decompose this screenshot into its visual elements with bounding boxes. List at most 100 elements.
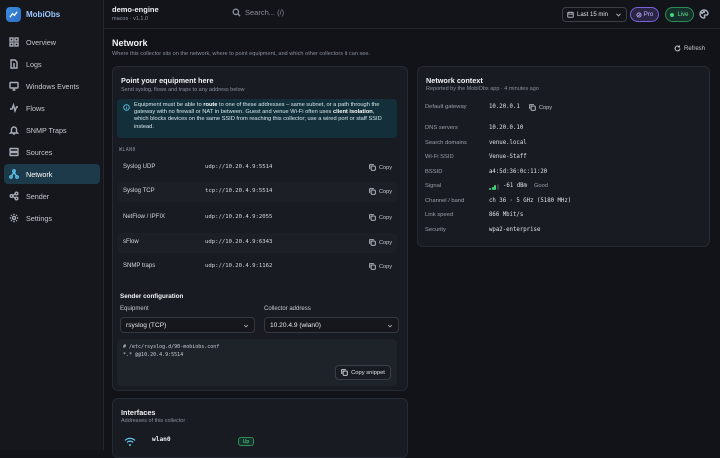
file-icon (10, 59, 18, 69)
copy-icon (369, 188, 376, 195)
gear-icon (9, 213, 19, 223)
sidebar-item-label: Logs (26, 59, 42, 69)
context-row: DNS servers 10.20.0.10 (425, 125, 705, 137)
sidebar-item-network[interactable]: Network (4, 164, 100, 184)
endpoint-row: NetFlow / IPFIX udp://10.20.4.9:2055 Cop… (117, 208, 397, 228)
endpoint-row: SNMP traps udp://10.20.4.9:1162 Copy (117, 257, 397, 277)
sidebar-item-overview[interactable]: Overview (4, 32, 100, 52)
copy-label: Copy (379, 239, 393, 246)
context-value: Venue-Staff (489, 154, 527, 160)
sidebar-item-logs[interactable]: Logs (4, 54, 100, 74)
chevron-down-icon (616, 13, 621, 17)
collector-address-value: 10.20.4.9 (wlan0) (270, 321, 321, 329)
endpoint-row: Syslog TCP tcp://10.20.4.9:5514 Copy (117, 182, 397, 202)
context-value: 10.20.0.1 (489, 104, 520, 110)
context-value: wpa2-enterprise (489, 227, 541, 233)
collector-address-select[interactable]: 10.20.4.9 (wlan0) (264, 317, 399, 333)
copy-icon (369, 214, 376, 221)
sidebar-item-sources[interactable]: Sources (4, 142, 100, 162)
endpoint-label: sFlow (123, 239, 139, 245)
info-icon (123, 104, 130, 111)
sidebar-item-label: Flows (26, 103, 45, 113)
equipment-label: Equipment (120, 306, 149, 312)
copy-button[interactable]: Copy (369, 263, 392, 270)
copy-button[interactable]: Copy (369, 214, 392, 221)
wifi-icon (124, 437, 136, 446)
sidebar-nav: Overview Logs Windows Events Flows SNMP … (4, 32, 100, 230)
copy-icon (369, 239, 376, 246)
signal-value: -61 dBm (503, 183, 527, 189)
equipment-select[interactable]: rsyslog (TCP) (120, 317, 255, 333)
page-title: Network (112, 38, 148, 48)
context-label: Default gateway (425, 104, 467, 110)
context-row: Search domains venue.local (425, 140, 705, 152)
collector-address-label: Collector address (264, 306, 311, 312)
copy-button[interactable]: Copy (369, 239, 392, 246)
monitor-icon (9, 81, 19, 91)
context-label: Channel / band (425, 198, 465, 204)
copy-icon (369, 263, 376, 270)
search-placeholder: Search... (/) (245, 8, 285, 17)
copy-button[interactable]: Copy (369, 188, 392, 195)
refresh-icon (674, 45, 681, 52)
context-label: Security (425, 227, 446, 233)
copy-snippet-button[interactable]: Copy snippet (335, 365, 391, 380)
grid-icon (9, 37, 19, 47)
copy-button[interactable]: Copy (529, 104, 552, 111)
context-label: Search domains (425, 140, 467, 146)
context-row: Wi-Fi SSID Venue-Staff (425, 154, 705, 166)
copy-label: Copy (379, 188, 393, 195)
card-title: Interfaces (121, 408, 156, 417)
context-row: Signal -61 dBm Good (425, 183, 705, 195)
send-icon (9, 191, 19, 201)
signal-bars-icon (489, 183, 499, 190)
interface-name: wlan0 (152, 436, 171, 443)
context-value: a4:5d:36:0c:11:20 (489, 169, 548, 175)
context-row: Link speed 866 Mbit/s (425, 212, 705, 224)
context-label: DNS servers (425, 125, 458, 131)
time-range-select[interactable]: Last 15 min (562, 7, 627, 22)
context-row: Default gateway 10.20.0.1 Copy (425, 104, 705, 116)
context-value: ch 36 · 5 GHz (5180 MHz) (489, 198, 572, 204)
endpoint-address: udp://10.20.4.9:5514 (205, 164, 273, 170)
instance-name: demo-engine (112, 5, 159, 14)
sidebar-item-label: Settings (26, 213, 52, 223)
point-equipment-card: Point your equipment here Send syslog, f… (112, 66, 408, 391)
sidebar-item-snmp-traps[interactable]: SNMP Traps (4, 120, 100, 140)
logo-icon (6, 6, 21, 22)
endpoint-row: Syslog UDP udp://10.20.4.9:5514 Copy (117, 158, 397, 178)
context-label: BSSID (425, 169, 443, 175)
copy-label: Copy (379, 263, 393, 270)
endpoint-label: Syslog UDP (123, 164, 156, 170)
sidebar-item-sender[interactable]: Sender (4, 186, 100, 206)
sidebar-item-label: Sources (26, 147, 53, 157)
sidebar-item-label: Overview (26, 37, 56, 47)
endpoint-row: sFlow udp://10.20.4.9:6343 Copy (117, 233, 397, 253)
endpoint-address: tcp://10.20.4.9:5514 (205, 188, 273, 194)
theme-toggle-button[interactable] (699, 9, 709, 19)
sidebar-item-flows[interactable]: Flows (4, 98, 100, 118)
context-value: venue.local (489, 140, 527, 146)
config-snippet: # /etc/rsyslog.d/90-mobiobs.conf *.* @@1… (117, 339, 397, 386)
context-row: Channel / band ch 36 · 5 GHz (5180 MHz) (425, 198, 705, 210)
brand[interactable]: MobiObs (6, 6, 60, 22)
search-input[interactable]: Search... (/) (232, 8, 284, 17)
card-subtitle: Send syslog, flows and traps to any addr… (121, 87, 245, 93)
signal-quality: Good (534, 183, 548, 189)
interface-item[interactable]: wlan0 Up (120, 432, 270, 452)
info-emphasis: client isolation (332, 109, 373, 116)
chevron-down-icon (387, 324, 393, 328)
endpoint-address: udp://10.20.4.9:6343 (205, 239, 273, 245)
snippet-line: *.* @@10.20.4.9:5514 (123, 352, 184, 358)
pro-badge[interactable]: Pro (630, 7, 659, 22)
card-title: Point your equipment here (121, 76, 214, 85)
refresh-button[interactable]: Refresh (674, 45, 705, 52)
live-badge[interactable]: Live (665, 7, 694, 22)
sender-config-title: Sender configuration (120, 293, 184, 300)
sidebar-item-label: Sender (26, 191, 50, 201)
sidebar-item-settings[interactable]: Settings (4, 208, 100, 228)
copy-button[interactable]: Copy (369, 164, 392, 171)
sidebar-item-windows-events[interactable]: Windows Events (4, 76, 100, 96)
context-value: 866 Mbit/s (489, 212, 524, 218)
card-title: Network context (426, 76, 483, 85)
